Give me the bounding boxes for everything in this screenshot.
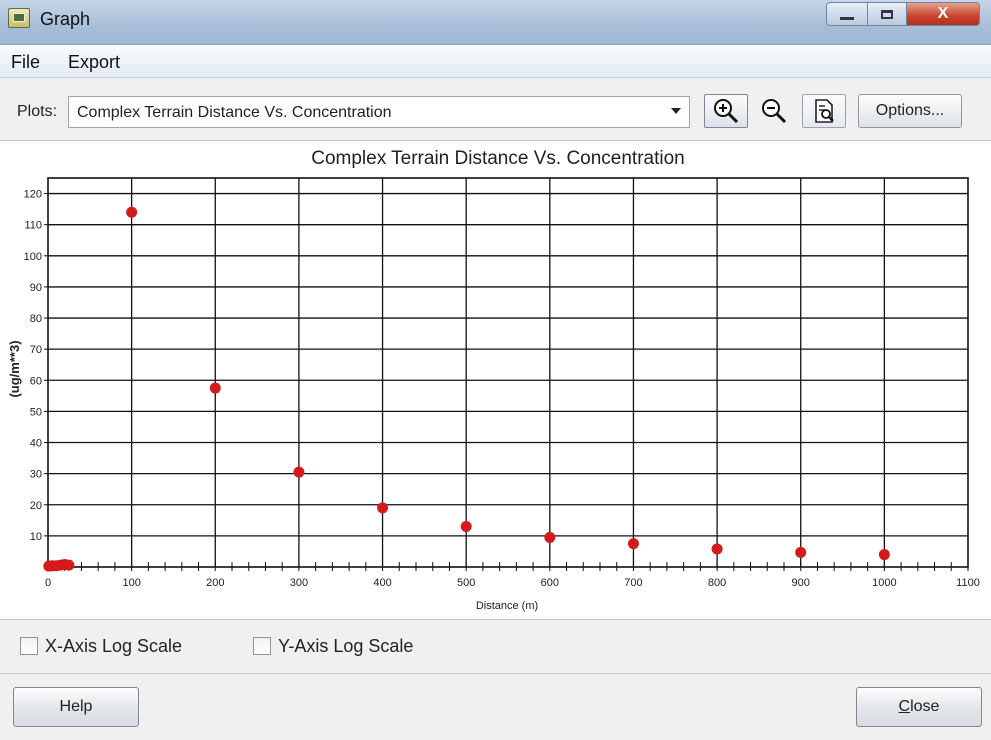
print-preview-button[interactable] [802, 94, 846, 128]
y-axis-label: (ug/m**3) [7, 340, 22, 397]
y-tick-label: 30 [30, 469, 42, 481]
help-button[interactable]: Help [13, 687, 139, 727]
data-point [795, 546, 807, 558]
y-tick-label: 10 [30, 531, 42, 543]
title-bar: Graph X [0, 0, 991, 45]
y-tick-label: 110 [24, 220, 42, 232]
y-tick-label: 70 [30, 344, 42, 356]
plots-selected-value: Complex Terrain Distance Vs. Concentrati… [77, 104, 392, 121]
y-tick-label: 60 [30, 375, 42, 387]
plot-border [47, 177, 969, 568]
zoom-out-button[interactable] [752, 94, 796, 128]
x-tick-label: 100 [122, 577, 140, 589]
data-point [711, 543, 723, 555]
data-point [544, 531, 556, 543]
y-axis-log-checkbox[interactable] [253, 637, 271, 655]
minimize-button[interactable] [826, 2, 868, 26]
window-title: Graph [40, 9, 91, 29]
close-window-button[interactable]: X [906, 2, 980, 26]
x-tick-label: 800 [708, 577, 726, 589]
close-button[interactable]: Close [856, 687, 982, 727]
data-point [878, 549, 890, 561]
data-point [460, 521, 472, 533]
zoom-in-button[interactable] [704, 94, 748, 128]
app-icon[interactable] [8, 8, 30, 28]
chart-panel: Complex Terrain Distance Vs. Concentrati… [0, 140, 991, 620]
x-tick-label: 0 [45, 577, 51, 589]
menu-bar: File Export [0, 45, 991, 78]
y-tick-label: 80 [30, 313, 42, 325]
chart-grid [48, 178, 968, 567]
close-button-mnemonic: C [898, 698, 911, 715]
menu-file[interactable]: File [11, 52, 40, 73]
maximize-icon [881, 9, 893, 19]
x-tick-label: 700 [624, 577, 642, 589]
y-axis-ticks: 10 20 30 40 50 60 70 80 90 100 110 120 [24, 189, 48, 543]
menu-export[interactable]: Export [68, 52, 120, 73]
y-axis-log-label: Y-Axis Log Scale [278, 636, 414, 656]
x-axis-log-label: X-Axis Log Scale [45, 636, 183, 656]
data-point [126, 206, 138, 218]
data-point [377, 502, 389, 514]
close-icon: X [937, 5, 949, 22]
y-tick-label: 50 [30, 406, 42, 418]
zoom-in-icon [714, 99, 739, 124]
maximize-button[interactable] [867, 2, 907, 26]
x-axis-log-checkbox[interactable] [20, 637, 38, 655]
print-preview-icon [815, 99, 834, 123]
x-tick-label: 400 [373, 577, 391, 589]
x-tick-label: 600 [541, 577, 559, 589]
zoom-out-icon [762, 99, 787, 124]
scatter-chart: Complex Terrain Distance Vs. Concentrati… [7, 148, 980, 612]
minimize-icon [840, 16, 854, 20]
chevron-down-icon [671, 108, 681, 114]
x-tick-label: 900 [792, 577, 810, 589]
x-tick-label: 300 [290, 577, 308, 589]
chart-title: Complex Terrain Distance Vs. Concentrati… [311, 148, 685, 169]
plots-dropdown[interactable]: Complex Terrain Distance Vs. Concentrati… [68, 96, 690, 128]
x-tick-label: 200 [206, 577, 224, 589]
data-point [627, 538, 639, 550]
data-point [209, 382, 221, 394]
close-button-label: lose [910, 698, 940, 715]
y-tick-label: 90 [30, 282, 42, 294]
plot-frame [47, 177, 969, 568]
divider [0, 673, 991, 674]
y-tick-label: 120 [24, 189, 42, 201]
y-tick-label: 100 [24, 251, 42, 263]
options-button[interactable]: Options... [858, 94, 962, 128]
y-tick-label: 20 [30, 500, 42, 512]
x-axis-label: Distance (m) [476, 600, 538, 612]
data-point [63, 559, 75, 571]
y-tick-label: 40 [30, 438, 42, 450]
x-tick-label: 1100 [956, 577, 980, 589]
plots-label: Plots: [17, 103, 58, 120]
x-axis-ticks: 0 100 200 300 400 500 600 700 800 900 1000 1100 [45, 562, 980, 589]
x-tick-label: 500 [457, 577, 475, 589]
x-tick-label: 1000 [872, 577, 896, 589]
data-point [293, 466, 305, 478]
